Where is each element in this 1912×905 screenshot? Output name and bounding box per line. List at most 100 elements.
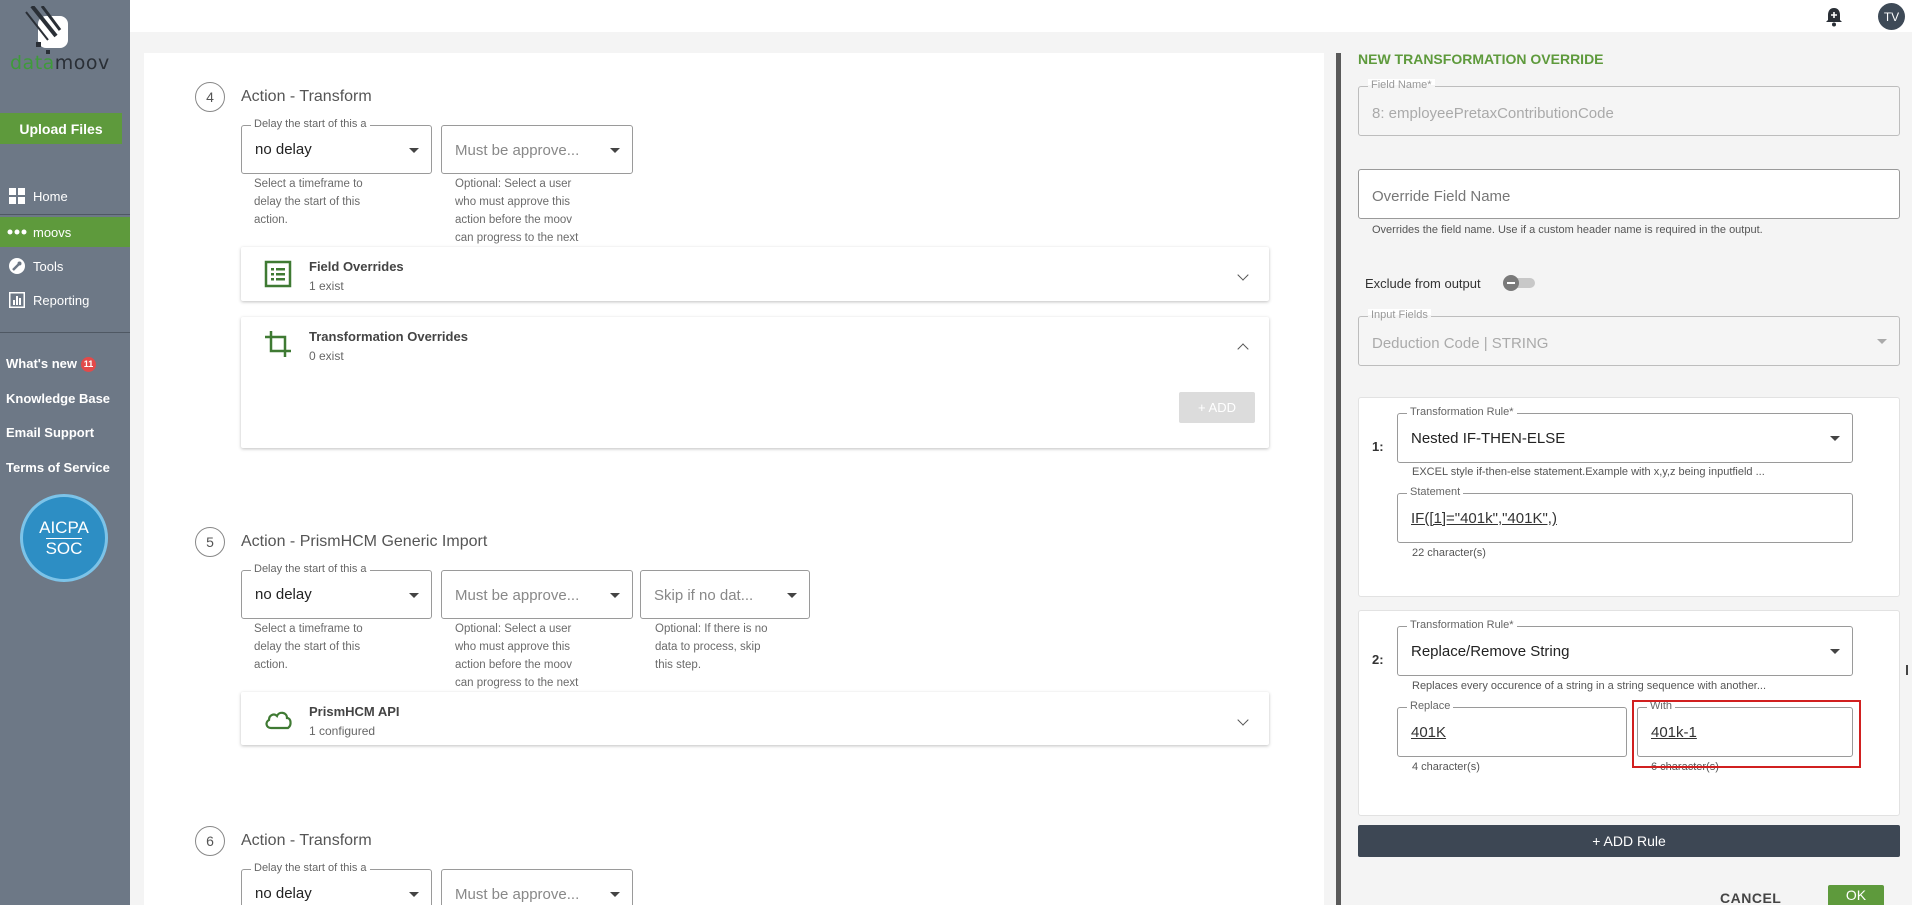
sidebar-item-home[interactable]: Home <box>0 181 130 211</box>
caret-down-icon <box>1830 649 1840 654</box>
caret-down-icon <box>610 892 620 897</box>
soc-badge-top-text: AICPA <box>39 517 89 537</box>
approver-select[interactable]: Must be approve... <box>441 570 633 619</box>
help-line: action. <box>254 659 288 671</box>
caret-down-icon <box>610 148 620 153</box>
caret-down-icon <box>409 148 419 153</box>
caret-down-icon <box>1877 339 1887 344</box>
approver-select[interactable]: Must be approve... <box>441 125 633 174</box>
delay-select[interactable]: Delay the start of this a no delay <box>241 563 432 619</box>
skip-select[interactable]: Skip if no dat... <box>640 570 810 619</box>
help-line: delay the start of this <box>254 641 361 653</box>
replace-value: 401K <box>1411 724 1447 741</box>
sidebar-item-tools[interactable]: Tools <box>0 251 130 281</box>
delay-help-text: Select a timeframe to delay the start of… <box>254 620 363 674</box>
exclude-toggle[interactable] <box>1503 275 1537 291</box>
help-line: Optional: Select a user <box>455 623 572 635</box>
upload-files-button[interactable]: Upload Files <box>0 113 122 144</box>
page-scrollbar[interactable] <box>1906 665 1908 675</box>
crop-icon <box>265 331 291 357</box>
panel-scrollbar[interactable] <box>1336 53 1341 905</box>
aicpa-soc-badge: AICPA SOC <box>20 494 108 582</box>
add-rule-button[interactable]: + ADD Rule <box>1358 825 1900 857</box>
add-override-button[interactable]: + ADD <box>1179 392 1255 423</box>
delay-select[interactable]: Delay the start of this a no delay <box>241 118 432 174</box>
step-number: 5 <box>195 527 225 557</box>
sidebar-item-label: Home <box>33 188 68 204</box>
card-subtitle: 1 configured <box>309 724 376 738</box>
logo-wordmark: datamoov <box>10 52 110 74</box>
terms-of-service-link[interactable]: Terms of Service <box>6 460 110 475</box>
field-overrides-card[interactable]: Field Overrides 1 exist <box>241 247 1269 301</box>
logo-word-moov: moov <box>54 52 110 74</box>
user-avatar[interactable]: TV <box>1878 3 1905 30</box>
help-line: Select a timeframe to <box>254 623 363 635</box>
caret-down-icon <box>409 892 419 897</box>
step-title: Action - Transform <box>241 832 372 849</box>
delay-select-value: no delay <box>255 141 312 158</box>
replace-label: Replace <box>1407 700 1454 712</box>
card-subtitle: 0 exist <box>309 349 344 363</box>
chevron-down-icon[interactable] <box>1237 714 1249 726</box>
field-name-label: Field Name* <box>1368 79 1435 91</box>
divider <box>0 332 130 333</box>
home-grid-icon <box>7 186 27 206</box>
delay-select-value: no delay <box>255 885 312 902</box>
exclude-label: Exclude from output <box>1365 276 1481 291</box>
step-number: 4 <box>195 82 225 112</box>
panel-title: NEW TRANSFORMATION OVERRIDE <box>1358 51 1604 67</box>
statement-input[interactable]: Statement IF([1]="401k","401K",) <box>1397 486 1853 543</box>
prismhcm-api-card[interactable]: PrismHCM API 1 configured <box>241 692 1269 745</box>
delay-help-text: Select a timeframe to delay the start of… <box>254 175 363 229</box>
ok-button[interactable]: OK <box>1828 885 1884 905</box>
caret-down-icon <box>610 593 620 598</box>
help-line: can progress to the next <box>455 232 579 244</box>
approver-help-text: Optional: Select a user who must approve… <box>455 175 578 247</box>
caret-down-icon <box>787 593 797 598</box>
logo-word-data: data <box>10 52 55 74</box>
help-line: action before the moov <box>455 214 572 226</box>
transformation-rule-select[interactable]: Transformation Rule* Replace/Remove Stri… <box>1397 619 1853 676</box>
help-line: Optional: Select a user <box>455 178 572 190</box>
transformation-rule-value: Replace/Remove String <box>1411 643 1570 660</box>
cancel-button[interactable]: CANCEL <box>1720 890 1781 905</box>
card-title: Field Overrides <box>309 259 404 274</box>
input-fields-select: Input Fields Deduction Code | STRING <box>1358 309 1900 366</box>
delay-select[interactable]: Delay the start of this a no delay <box>241 862 432 905</box>
whats-new-link[interactable]: What's new 11 <box>6 356 96 373</box>
help-line: can progress to the next <box>455 677 579 689</box>
step-title: Action - PrismHCM Generic Import <box>241 533 488 550</box>
caret-down-icon <box>409 593 419 598</box>
wrench-icon <box>7 256 27 276</box>
approver-select[interactable]: Must be approve... <box>441 869 633 905</box>
rule-number: 2: <box>1372 652 1384 667</box>
sidebar-item-reporting[interactable]: Reporting <box>0 285 130 315</box>
list-icon <box>264 260 292 288</box>
rule-help-text: EXCEL style if-then-else statement.Examp… <box>1412 466 1765 478</box>
sidebar-item-moovs[interactable]: moovs <box>0 217 130 247</box>
help-line: action. <box>254 214 288 226</box>
help-line: who must approve this <box>455 196 571 208</box>
notification-count-badge: 11 <box>81 357 96 373</box>
help-line: Select a timeframe to <box>254 178 363 190</box>
sidebar: datamoov Upload Files Home moovs Tools R… <box>0 0 130 905</box>
step-title: Action - Transform <box>241 88 372 105</box>
soc-badge-bottom-text: SOC <box>45 537 83 558</box>
rule-number: 1: <box>1372 439 1384 454</box>
transformation-rule-select[interactable]: Transformation Rule* Nested IF-THEN-ELSE <box>1397 406 1853 463</box>
skip-help-text: Optional: If there is no data to process… <box>655 620 768 674</box>
email-support-link[interactable]: Email Support <box>6 425 94 440</box>
chevron-down-icon[interactable] <box>1237 269 1249 281</box>
knowledge-base-link[interactable]: Knowledge Base <box>6 391 110 406</box>
transformation-rule-value: Nested IF-THEN-ELSE <box>1411 430 1566 447</box>
approver-select-placeholder: Must be approve... <box>455 587 580 604</box>
field-name-value: 8: employeePretaxContributionCode <box>1372 105 1614 122</box>
replace-input[interactable]: Replace 401K <box>1397 700 1627 757</box>
override-field-name-input[interactable]: Override Field Name <box>1358 169 1900 219</box>
transformation-rule-label: Transformation Rule* <box>1407 619 1517 631</box>
chevron-up-icon[interactable] <box>1237 343 1249 355</box>
top-bar <box>130 0 1912 32</box>
sidebar-item-label: Reporting <box>33 292 90 308</box>
bell-icon[interactable] <box>1823 6 1845 28</box>
replace-character-count: 4 character(s) <box>1412 761 1480 773</box>
